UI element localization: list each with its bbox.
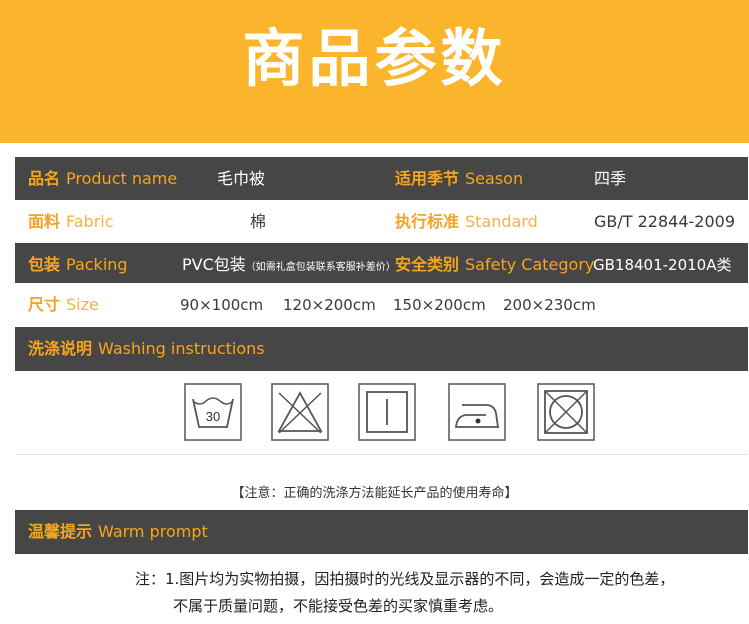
product-name-cn: 品名 bbox=[28, 169, 61, 188]
header-banner: 商品参数 bbox=[0, 0, 749, 143]
warm-prompt-line-2: 不属于质量问题，不能接受色差的买家慎重考虑。 bbox=[173, 597, 504, 615]
size-label: 尺寸 Size bbox=[28, 283, 99, 327]
season-cn: 适用季节 bbox=[395, 169, 460, 188]
size-value-3: 150×200cm bbox=[393, 296, 486, 314]
washing-en: Washing instructions bbox=[98, 339, 265, 358]
packing-label: 包装 Packing bbox=[28, 243, 128, 287]
safety-en: Safety Category bbox=[465, 255, 595, 274]
product-name-value: 毛巾被 bbox=[217, 169, 266, 188]
safety-value: GB18401-2010A类 bbox=[593, 256, 732, 274]
size-value-2: 120×200cm bbox=[283, 296, 376, 314]
standard-label: 执行标准 Standard bbox=[395, 200, 538, 244]
banner-title: 商品参数 bbox=[242, 22, 507, 95]
size-cn: 尺寸 bbox=[28, 295, 61, 314]
wash-temp-label: 30 bbox=[206, 409, 220, 424]
fabric-label: 面料 Fabric bbox=[28, 200, 114, 244]
packing-value-note: （如需礼盒包装联系客服补差价） bbox=[245, 262, 396, 273]
param-row-packing-safety: 包装 Packing PVC包装（如需礼盒包装联系客服补差价） 安全类别 Safet… bbox=[15, 243, 748, 287]
season-en: Season bbox=[465, 169, 524, 188]
washing-note: 【注意：正确的洗涤方法能延长产品的使用寿命】 bbox=[231, 486, 518, 501]
packing-cn: 包装 bbox=[28, 255, 61, 274]
warm-prompt-cn: 温馨提示 bbox=[28, 522, 93, 541]
warm-prompt-header: 温馨提示 Warm prompt bbox=[15, 510, 748, 554]
divider bbox=[15, 454, 748, 455]
size-value-4: 200×230cm bbox=[503, 296, 596, 314]
season-label: 适用季节 Season bbox=[395, 157, 523, 201]
standard-en: Standard bbox=[465, 212, 538, 231]
param-row-fabric-standard: 面料 Fabric 棉 执行标准 Standard GB/T 22844-2009 bbox=[15, 200, 748, 244]
safety-cn: 安全类别 bbox=[395, 255, 460, 274]
do-not-bleach-icon bbox=[271, 383, 329, 441]
washing-icons: 30 bbox=[0, 383, 749, 445]
packing-en: Packing bbox=[66, 255, 128, 274]
washing-cn: 洗涤说明 bbox=[28, 339, 93, 358]
param-row-name-season: 品名 Product name 毛巾被 适用季节 Season 四季 bbox=[15, 157, 748, 201]
warm-prompt-label: 温馨提示 Warm prompt bbox=[28, 510, 208, 554]
washing-header: 洗涤说明 Washing instructions bbox=[15, 327, 748, 371]
iron-low-icon bbox=[448, 383, 506, 441]
packing-value: PVC包装（如需礼盒包装联系客服补差价） bbox=[182, 243, 396, 287]
param-row-size: 尺寸 Size 90×100cm 120×200cm 150×200cm 200×… bbox=[15, 283, 748, 327]
standard-value: GB/T 22844-2009 bbox=[594, 212, 736, 231]
do-not-tumble-dry-icon bbox=[537, 383, 595, 441]
size-en: Size bbox=[66, 295, 99, 314]
size-value-1: 90×100cm bbox=[180, 296, 264, 314]
product-name-en: Product name bbox=[66, 169, 178, 188]
fabric-cn: 面料 bbox=[28, 212, 61, 231]
warm-prompt-line-1: 注：1.图片均为实物拍摄，因拍摄时的光线及显示器的不同，会造成一定的色差， bbox=[135, 570, 675, 588]
wash-30-icon: 30 bbox=[184, 383, 242, 441]
season-value: 四季 bbox=[594, 169, 627, 188]
standard-cn: 执行标准 bbox=[395, 212, 460, 231]
line-dry-icon bbox=[358, 383, 416, 441]
safety-label: 安全类别 Safety Category bbox=[395, 243, 594, 287]
fabric-value: 棉 bbox=[250, 212, 267, 231]
fabric-en: Fabric bbox=[66, 212, 114, 231]
warm-prompt-en: Warm prompt bbox=[98, 522, 208, 541]
product-name-label: 品名 Product name bbox=[28, 157, 177, 201]
washing-label: 洗涤说明 Washing instructions bbox=[28, 327, 265, 371]
packing-value-main: PVC包装 bbox=[182, 255, 246, 274]
